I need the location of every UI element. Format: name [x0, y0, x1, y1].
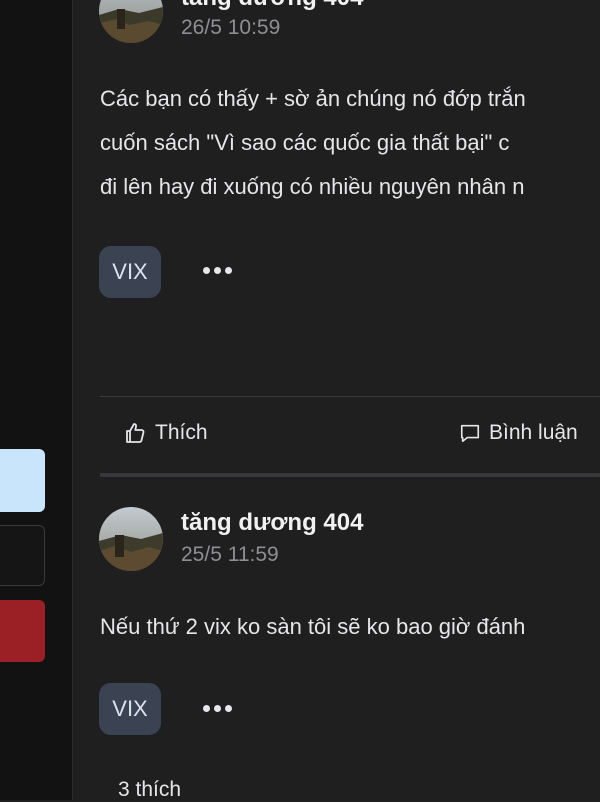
sidebar-dark-button[interactable] — [0, 525, 45, 586]
like-button[interactable]: Thích — [123, 421, 208, 445]
more-horizontal-icon[interactable] — [203, 703, 235, 713]
post-content: Nếu thứ 2 vix ko sàn tôi sẽ ko bao giờ đ… — [100, 605, 600, 649]
sidebar-red-button[interactable] — [0, 600, 45, 662]
post-feed: tăng dương 404 26/5 10:59 Các bạn có thấ… — [73, 0, 600, 802]
comment-label: Bình luận — [489, 421, 578, 444]
comment-icon — [460, 424, 480, 443]
post-line: Các bạn có thấy + sờ ản chúng nó đớp trắ… — [100, 86, 526, 111]
stock-tag[interactable]: VIX — [99, 246, 161, 298]
post-line: đi lên hay đi xuống có nhiều nguyên nhân… — [100, 174, 525, 199]
thumbs-up-icon — [126, 423, 145, 443]
divider — [100, 396, 600, 397]
post-line: Nếu thứ 2 vix ko sàn tôi sẽ ko bao giờ đ… — [100, 614, 526, 639]
post-author[interactable]: tăng dương 404 — [181, 0, 363, 12]
like-count[interactable]: 3 thích — [118, 778, 181, 802]
avatar[interactable] — [99, 0, 163, 43]
post-content: Các bạn có thấy + sờ ản chúng nó đớp trắ… — [100, 77, 600, 209]
stock-tag[interactable]: VIX — [99, 683, 161, 735]
post-author[interactable]: tăng dương 404 — [181, 509, 363, 537]
left-sidebar — [0, 0, 73, 800]
sidebar-light-button[interactable] — [0, 449, 45, 512]
like-label: Thích — [155, 421, 208, 444]
post-time: 26/5 10:59 — [181, 16, 281, 39]
post-time: 25/5 11:59 — [181, 543, 279, 566]
more-horizontal-icon[interactable] — [203, 265, 235, 275]
post-line: cuốn sách "Vì sao các quốc gia thất bại"… — [100, 130, 510, 155]
post-separator — [100, 473, 600, 477]
avatar[interactable] — [99, 507, 163, 571]
comment-button[interactable]: Bình luận — [459, 421, 578, 445]
